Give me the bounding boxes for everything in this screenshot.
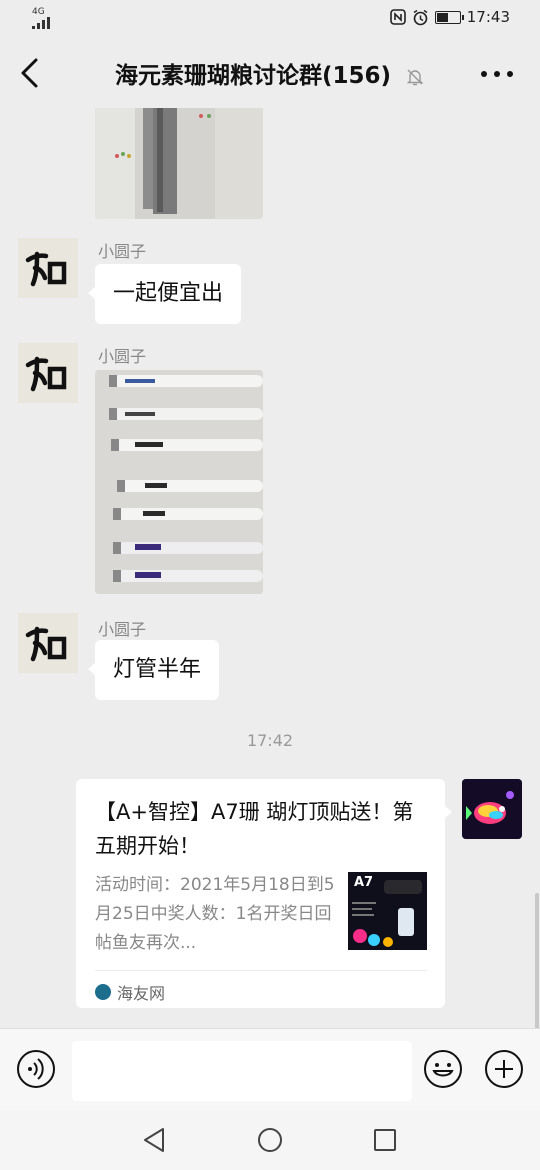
nav-home-icon[interactable] xyxy=(257,1127,283,1153)
input-bar xyxy=(0,1028,540,1111)
mute-bell-icon xyxy=(406,69,424,85)
link-card-description: 活动时间：2021年5月18日到5月25日中奖人数：1名开奖日回帖鱼友再次... xyxy=(95,875,335,953)
avatar[interactable] xyxy=(18,343,78,403)
sender-name: 小圆子 xyxy=(98,620,147,639)
message-bubble[interactable]: 一起便宜出 xyxy=(87,264,242,324)
divider xyxy=(95,970,427,971)
emoji-icon[interactable] xyxy=(423,1049,463,1089)
system-nav-bar xyxy=(0,1110,540,1170)
nav-back-icon[interactable] xyxy=(142,1127,166,1153)
voice-icon[interactable] xyxy=(16,1049,56,1089)
signal-icon: 4G xyxy=(32,8,54,32)
sender-name: 小圆子 xyxy=(98,242,147,261)
message-photo-partial[interactable] xyxy=(95,108,263,219)
nfc-icon xyxy=(389,9,406,25)
chat-title: 海元素珊瑚粮讨论群(156) xyxy=(114,63,392,89)
battery-icon xyxy=(434,10,464,24)
chat-area[interactable]: 小圆子 一起便宜出 小圆子 小圆子 灯管半年 17:42 【A+智控】A7珊 瑚… xyxy=(0,108,540,1028)
status-bar: 4G 17:43 xyxy=(0,0,540,36)
my-avatar[interactable] xyxy=(462,779,522,839)
timestamp: 17:42 xyxy=(246,731,294,750)
scrollbar[interactable] xyxy=(535,893,539,1028)
clock: 17:43 xyxy=(466,8,510,26)
nav-recent-apps-icon[interactable] xyxy=(373,1128,397,1152)
network-type: 4G xyxy=(32,7,45,17)
chat-header: 海元素珊瑚粮讨论群(156) xyxy=(0,36,540,108)
plus-icon[interactable] xyxy=(484,1049,524,1089)
message-bubble[interactable]: 灯管半年 xyxy=(87,640,220,700)
sender-name: 小圆子 xyxy=(98,347,147,366)
link-card-title: 【A+智控】A7珊 瑚灯顶贴送！第五期开始！ xyxy=(95,800,414,858)
link-card[interactable]: 【A+智控】A7珊 瑚灯顶贴送！第五期开始！ 活动时间：2021年5月18日到5… xyxy=(76,779,452,1008)
link-card-source: 海友网 xyxy=(95,980,165,1004)
link-card-thumbnail-text: A7 xyxy=(354,875,374,890)
alarm-icon xyxy=(413,9,428,25)
more-dots-icon[interactable] xyxy=(480,70,514,78)
message-input[interactable] xyxy=(72,1041,412,1101)
source-logo-icon xyxy=(95,984,111,1000)
link-card-source-name: 海友网 xyxy=(117,984,166,1003)
avatar[interactable] xyxy=(18,238,78,298)
avatar[interactable] xyxy=(18,613,78,673)
chat-title-wrap: 海元素珊瑚粮讨论群(156) xyxy=(0,56,540,90)
link-card-thumbnail: A7 xyxy=(348,872,427,950)
message-photo[interactable] xyxy=(95,370,263,594)
